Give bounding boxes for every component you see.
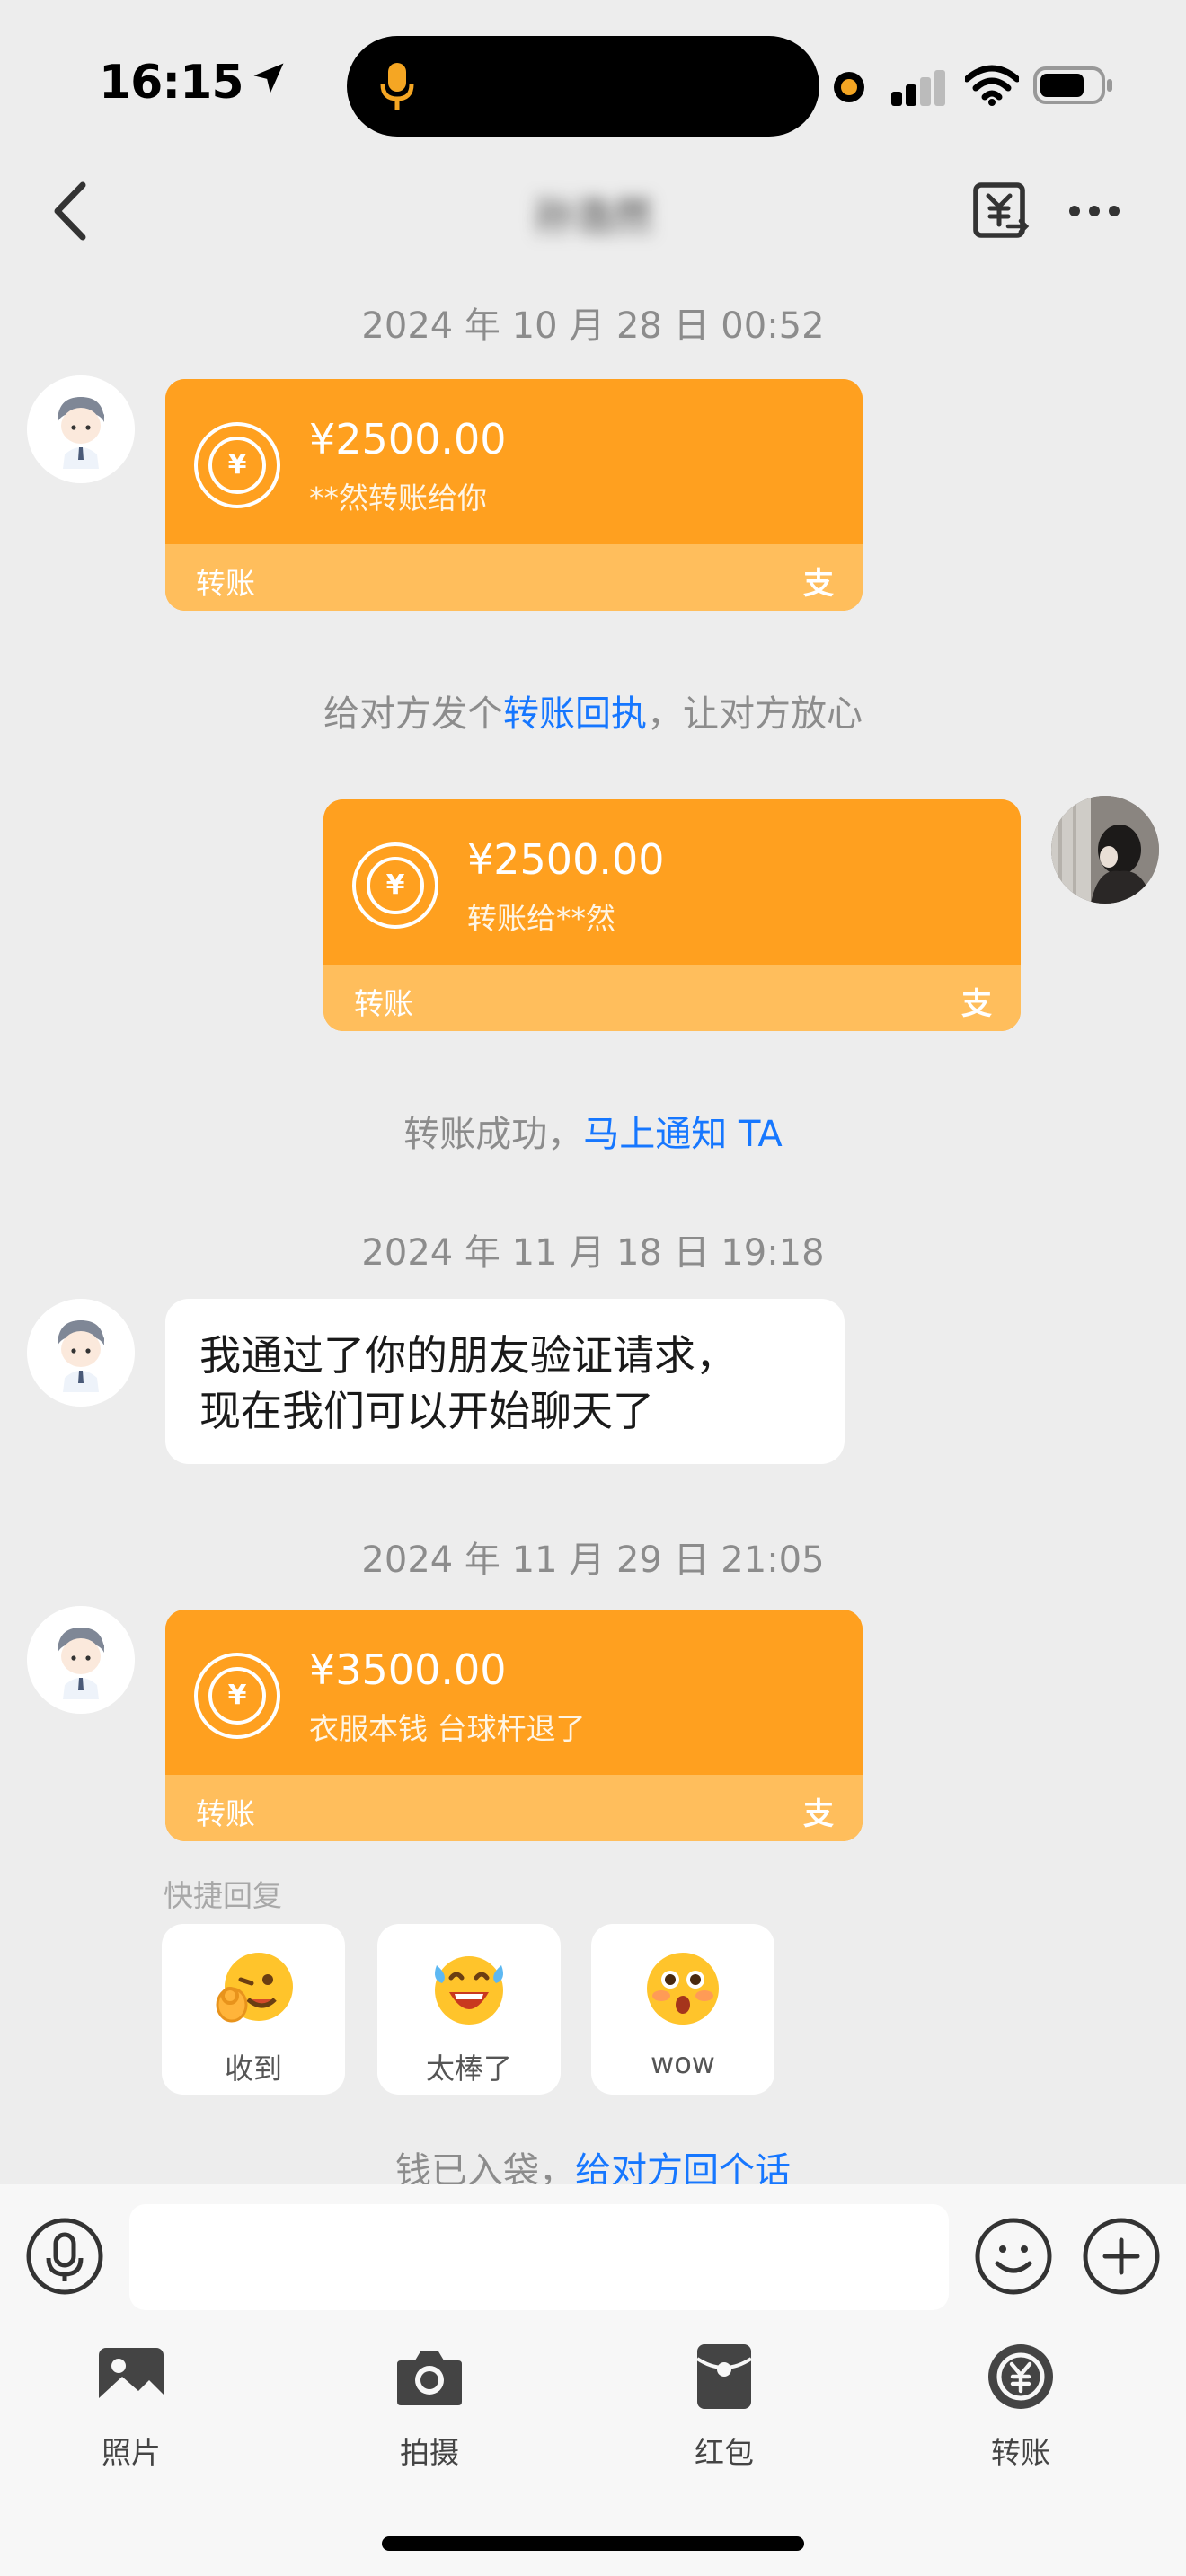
contact-avatar[interactable] [27, 1606, 135, 1714]
camera-icon [397, 2351, 462, 2405]
transfer-label: 转账 [196, 566, 255, 601]
message-timestamp: 2024 年 11 月 29 日 21:05 [361, 1539, 825, 1581]
red-packet-button[interactable]: 红包 [652, 2341, 796, 2470]
more-options-button[interactable] [1066, 198, 1123, 225]
emoji-button[interactable] [974, 2217, 1053, 2296]
system-hint: 给对方发个转账回执，让对方放心 [323, 693, 863, 735]
alipay-logo-icon: 支 [961, 986, 992, 1022]
transfer-memo: 衣服本钱 台球杆退了 [309, 1711, 586, 1746]
astonished-emoji-icon [647, 1953, 719, 2025]
dynamic-island [347, 36, 819, 137]
status-time: 16:15 [99, 56, 288, 110]
system-hint: 转账成功，马上通知 TA [403, 1114, 783, 1155]
contact-name: 孙浩然 [534, 194, 652, 240]
transfer-card-sent[interactable]: ¥ ¥2500.00 转账给**然 转账 支 [323, 799, 1021, 1031]
home-indicator [382, 2536, 804, 2551]
transfer-label: 转账 [354, 986, 413, 1021]
quick-reply-wow[interactable]: wow [591, 1924, 774, 2095]
transfer-memo: 转账给**然 [467, 901, 615, 936]
tears-of-joy-emoji-icon [435, 1956, 503, 2025]
transfer-amount: ¥2500.00 [467, 835, 665, 884]
plus-icon [1083, 2218, 1160, 2295]
transfer-card-footer [165, 1775, 863, 1841]
contact-avatar[interactable] [27, 375, 135, 483]
transfer-yuan-icon: ¥ [194, 422, 280, 508]
message-text-line: 现在我们可以开始聊天了 [199, 1387, 654, 1435]
photo-button[interactable]: 照片 [59, 2341, 203, 2470]
transfer-card-footer [165, 544, 863, 611]
quick-reply-received[interactable]: 收到 [162, 1924, 345, 2095]
transfer-card-received[interactable]: ¥ ¥2500.00 **然转账给你 转账 支 [165, 379, 863, 611]
contact-avatar[interactable] [27, 1299, 135, 1407]
microphone-active-icon [379, 61, 415, 115]
transfer-yuan-icon: ¥ [352, 842, 438, 929]
red-packet-icon [695, 2344, 753, 2409]
location-arrow-icon [249, 56, 288, 110]
currency-exchange-button[interactable] [972, 180, 1030, 243]
transfer-label: 转账 [196, 1796, 255, 1831]
signal-icon [891, 68, 949, 110]
text-message-bubble[interactable]: 我通过了你的朋友验证请求， 现在我们可以开始聊天了 [165, 1299, 845, 1464]
back-button[interactable] [45, 180, 99, 243]
transfer-amount: ¥2500.00 [309, 415, 507, 463]
transfer-card-received[interactable]: ¥ ¥3500.00 衣服本钱 台球杆退了 转账 支 [165, 1610, 863, 1841]
transfer-yuan-circle-icon [988, 2344, 1053, 2409]
transfer-amount: ¥3500.00 [309, 1645, 507, 1694]
more-actions-button[interactable] [1082, 2217, 1161, 2296]
ok-hand-emoji-icon [216, 1953, 293, 2023]
transfer-button[interactable]: 转账 [949, 2341, 1093, 2470]
alipay-logo-icon: 支 [803, 1796, 834, 1832]
chevron-left-icon [54, 181, 86, 241]
camera-button[interactable]: 拍摄 [358, 2341, 501, 2470]
smiley-icon [975, 2218, 1052, 2295]
battery-icon [1033, 66, 1116, 108]
transfer-memo: **然转账给你 [309, 481, 487, 516]
yuan-exchange-icon [973, 182, 1030, 238]
receipt-link[interactable]: 转账回执 [503, 693, 647, 735]
microphone-icon [26, 2218, 103, 2295]
message-input[interactable] [129, 2204, 949, 2310]
quick-reply-great[interactable]: 太棒了 [377, 1924, 561, 2095]
message-text-line: 我通过了你的朋友验证请求， [199, 1331, 737, 1380]
alipay-logo-icon: 支 [803, 566, 834, 602]
ellipsis-icon [1069, 206, 1120, 216]
photo-icon [99, 2348, 164, 2405]
message-timestamp: 2024 年 11 月 18 日 19:18 [361, 1232, 825, 1274]
quick-reply-title: 快捷回复 [164, 1878, 282, 1913]
transfer-yuan-icon: ¥ [194, 1653, 280, 1739]
transfer-card-footer [323, 965, 1021, 1031]
recording-indicator [834, 72, 864, 102]
my-avatar[interactable] [1051, 796, 1159, 904]
wifi-icon [963, 65, 1021, 110]
notify-link[interactable]: 马上通知 TA [583, 1114, 782, 1155]
voice-input-button[interactable] [25, 2217, 104, 2296]
message-timestamp: 2024 年 10 月 28 日 00:52 [361, 305, 825, 347]
